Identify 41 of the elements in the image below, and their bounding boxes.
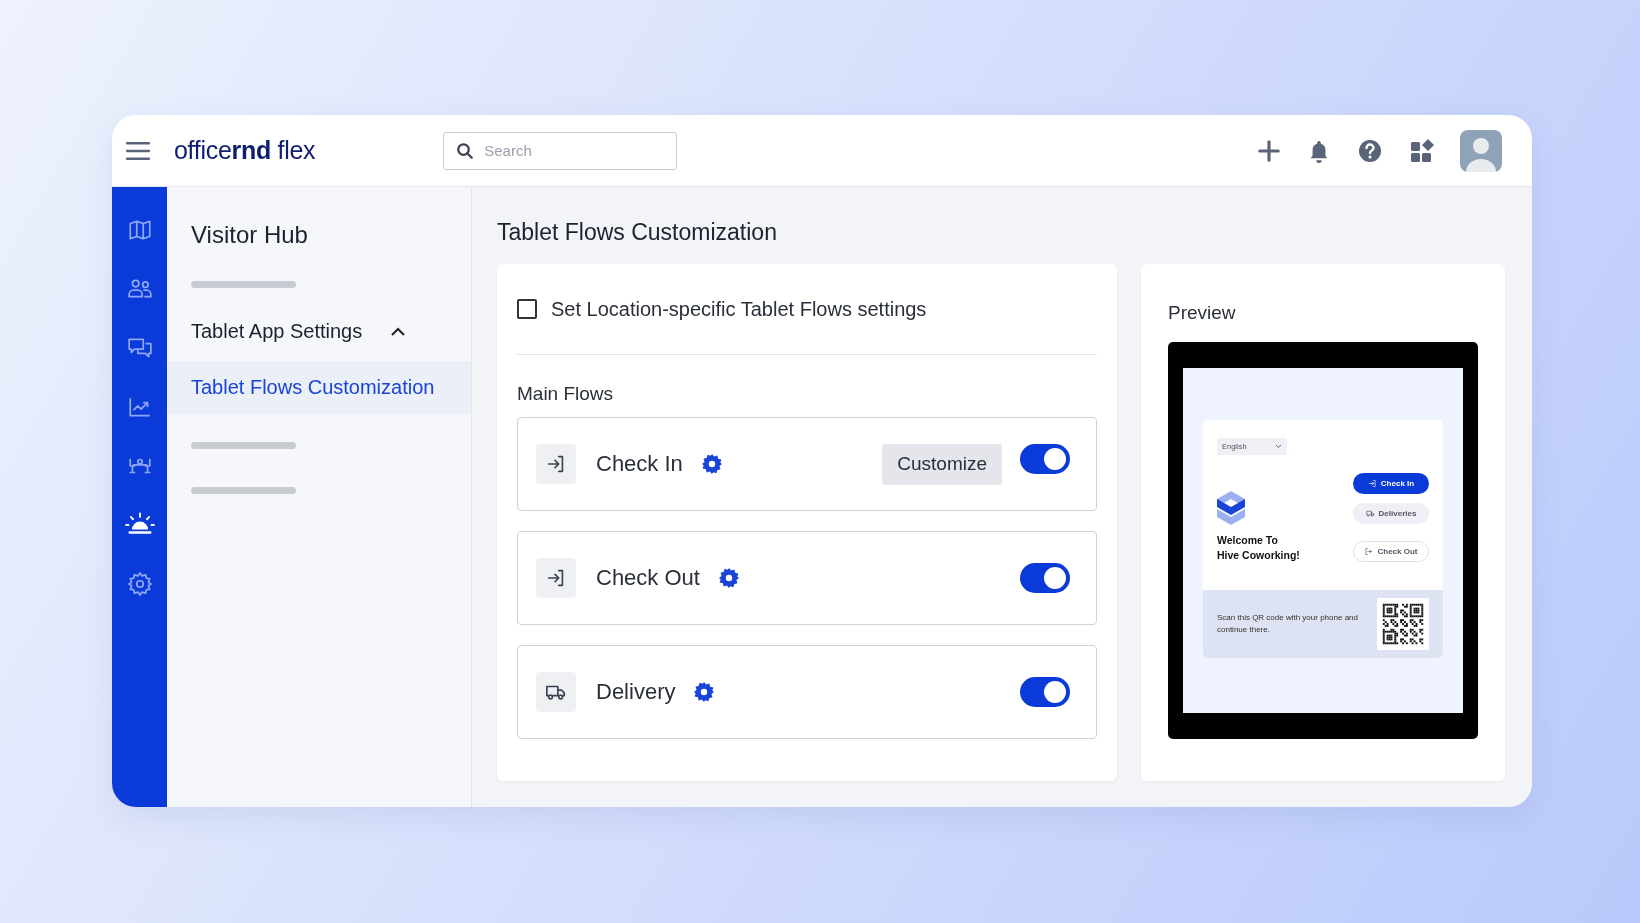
chevron-icon [390,326,407,337]
flow-name: Delivery [596,679,676,705]
logo[interactable]: officernd flex [174,136,316,165]
qr-instructions: Scan this QR code with your phone and continue there. [1217,612,1359,637]
settings-icon[interactable] [693,681,716,703]
qr-code-icon [1377,598,1429,651]
checkbox[interactable] [517,299,537,319]
welcome-text: Welcome To [1217,533,1279,548]
settings-icon[interactable] [700,453,723,475]
kiosk-button[interactable]: Deliveries [1353,503,1429,524]
section-heading: Main Flows [517,383,615,405]
chevron-icon [1274,444,1282,449]
apps-icon[interactable] [1410,138,1434,163]
help-icon[interactable] [1358,138,1382,163]
nav-item[interactable]: Tablet Flows Customization [167,361,471,414]
page-title: Tablet Flows Customization [497,219,778,246]
avatar[interactable] [1460,129,1502,172]
kiosk-button[interactable]: Check In [1353,473,1429,494]
settings-icon[interactable] [126,570,153,597]
customize-button[interactable]: Customize [882,443,1002,485]
toggle-switch[interactable] [1020,444,1070,474]
welcome-text: Hive Coworking! [1217,547,1300,563]
search-field[interactable]: Search [443,131,678,170]
section-title: Visitor Hub [191,221,309,249]
search-icon [456,141,475,160]
toggle-switch[interactable] [1020,563,1070,593]
sign-out-icon [1364,547,1374,556]
menu-icon[interactable] [126,140,150,161]
add-icon[interactable] [1258,139,1280,162]
notification-bell-icon[interactable] [1308,138,1330,163]
kiosk-button[interactable]: Check Out [1353,541,1429,562]
preview-title: Preview [1168,302,1237,324]
checkbox-label: Set Location-specific Tablet Flows settings [551,297,927,321]
brand-logo-icon [1217,491,1245,525]
toggle-switch[interactable] [1020,677,1070,707]
nav-group[interactable]: Tablet App Settings [167,320,431,343]
truck-icon [1365,509,1375,518]
flow-name: Check Out [596,565,700,591]
settings-icon[interactable] [717,567,740,589]
flow-name: Check In [596,451,683,477]
sign-in-icon [1367,479,1377,488]
